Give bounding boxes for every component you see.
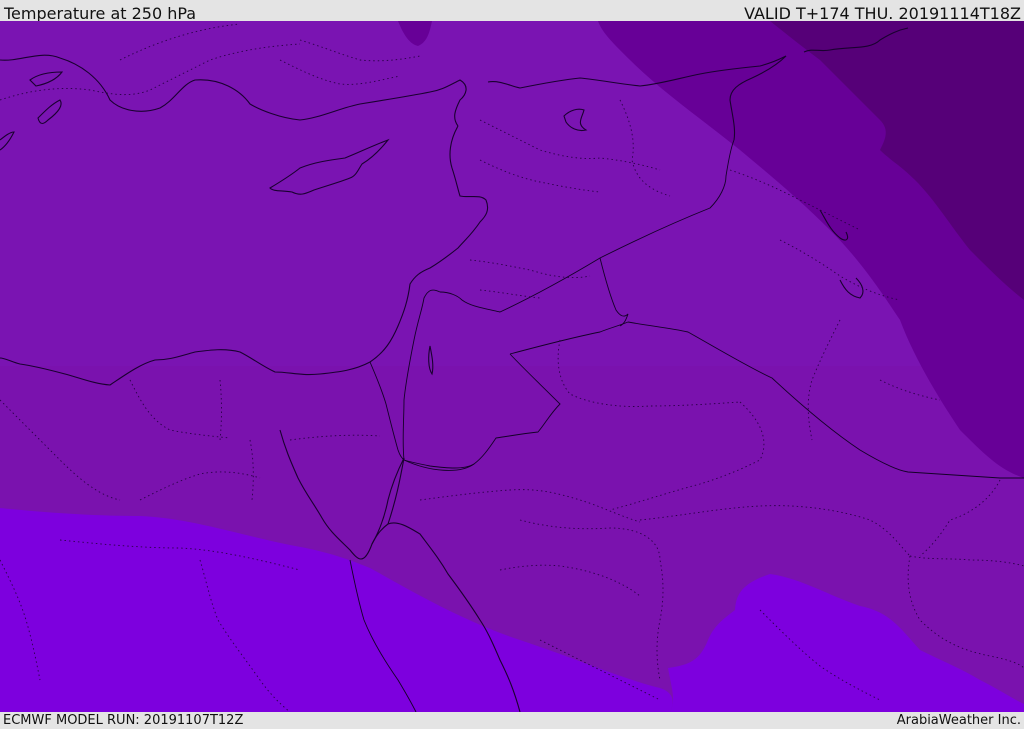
footer-bar: ECMWF MODEL RUN: 20191107T12Z ArabiaWeat… bbox=[0, 712, 1024, 729]
map-canvas bbox=[0, 21, 1024, 712]
forecast-map[interactable] bbox=[0, 21, 1024, 712]
credit-label: ArabiaWeather Inc. bbox=[896, 713, 1021, 728]
header-bar: Temperature at 250 hPa VALID T+174 THU. … bbox=[0, 0, 1024, 23]
model-run-label: ECMWF MODEL RUN: 20191107T12Z bbox=[3, 713, 244, 728]
map-frame: Temperature at 250 hPa VALID T+174 THU. … bbox=[0, 0, 1024, 729]
